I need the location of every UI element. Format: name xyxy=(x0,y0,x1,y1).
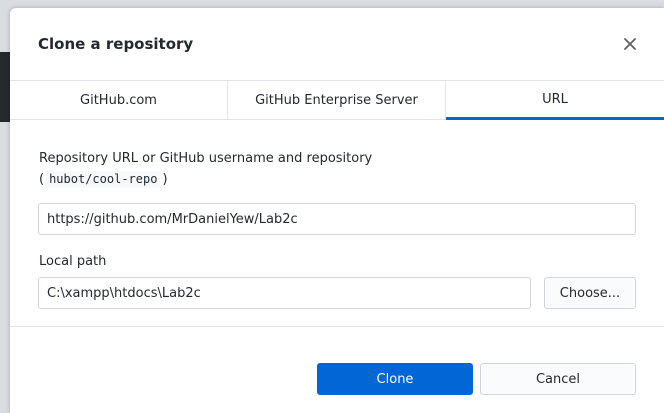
dialog-header: Clone a repository xyxy=(10,8,664,80)
tab-url[interactable]: URL xyxy=(446,81,664,120)
tab-github-com[interactable]: GitHub.com xyxy=(10,81,228,120)
repository-url-label: Repository URL or GitHub username and re… xyxy=(39,151,373,166)
hint-close-paren: ) xyxy=(162,171,168,187)
close-icon xyxy=(624,38,636,50)
dialog-footer: Clone Cancel xyxy=(10,326,664,413)
dialog-title: Clone a repository xyxy=(38,35,194,53)
tab-github-enterprise-server[interactable]: GitHub Enterprise Server xyxy=(228,81,446,120)
repository-url-input[interactable] xyxy=(38,203,636,235)
clone-button[interactable]: Clone xyxy=(317,363,473,395)
hint-open-paren: ( xyxy=(39,171,45,187)
choose-button[interactable]: Choose... xyxy=(544,277,636,309)
tab-bar: GitHub.com GitHub Enterprise Server URL xyxy=(10,80,664,120)
dialog-body: Repository URL or GitHub username and re… xyxy=(10,120,664,326)
local-path-label: Local path xyxy=(39,254,107,269)
local-path-input[interactable] xyxy=(38,277,531,309)
clone-repository-dialog: Clone a repository GitHub.com GitHub Ent… xyxy=(10,8,664,413)
close-button[interactable] xyxy=(618,32,642,56)
app-sidebar-edge xyxy=(0,52,10,122)
cancel-button[interactable]: Cancel xyxy=(480,363,636,395)
repository-url-hint: ( hubot/cool-repo ) xyxy=(39,171,168,187)
hint-example-code: hubot/cool-repo xyxy=(46,171,161,187)
